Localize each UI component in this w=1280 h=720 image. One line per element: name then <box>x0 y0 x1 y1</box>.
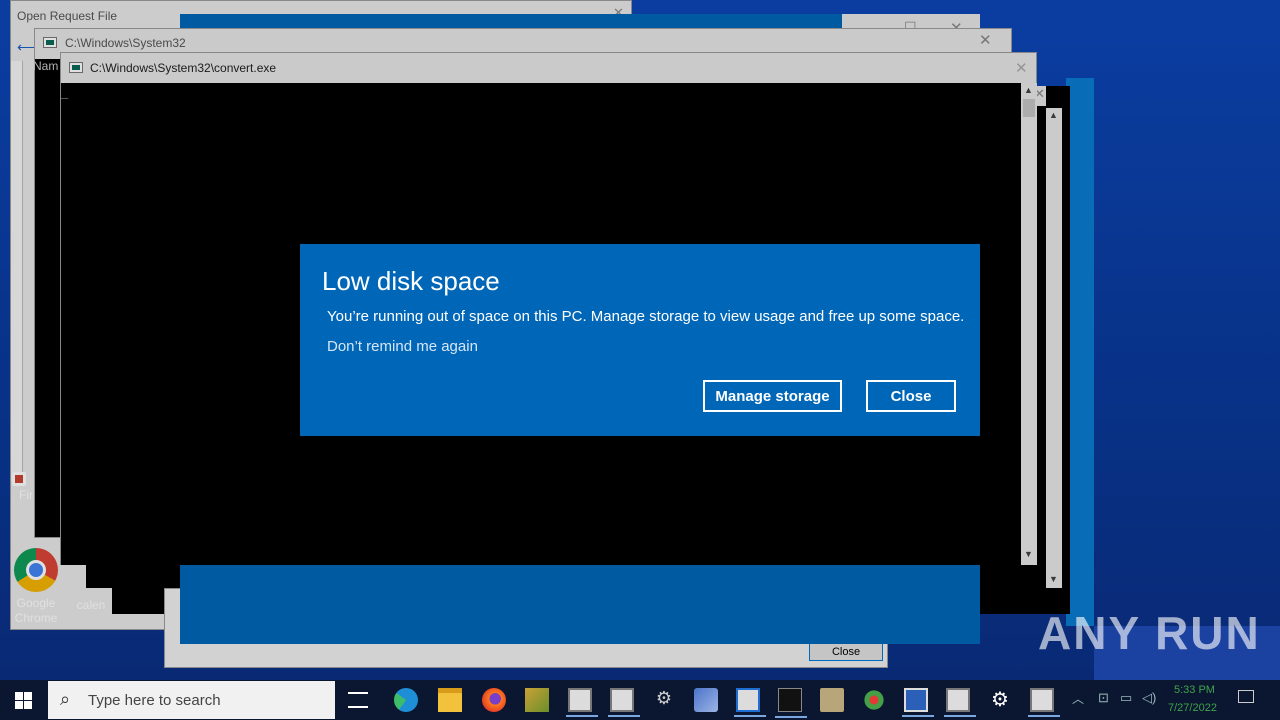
anyrun-watermark: ANY RUN <box>1038 607 1261 659</box>
tray-date[interactable]: 7/27/2022 <box>1168 702 1217 714</box>
taskbar-search-box[interactable]: ⌕ Type here to search <box>48 681 335 719</box>
firefox-icon[interactable] <box>482 688 506 712</box>
low-disk-space-dialog: Low disk space You’re running out of spa… <box>300 244 980 436</box>
search-placeholder: Type here to search <box>88 692 221 709</box>
setup-icon[interactable] <box>694 688 718 712</box>
console-window-icon-5[interactable] <box>1028 688 1060 717</box>
scanner-icon[interactable] <box>820 688 844 712</box>
tray-network-icon[interactable]: ⊡ <box>1098 690 1109 706</box>
task-view-icon[interactable] <box>348 692 368 708</box>
dialog-title: Low disk space <box>322 266 500 296</box>
action-center-icon[interactable] <box>1238 690 1254 703</box>
command-prompt-icon[interactable] <box>775 688 807 718</box>
console-window-icon-3[interactable] <box>734 688 766 717</box>
tray-display-icon[interactable]: ▭ <box>1120 690 1132 706</box>
close-button[interactable]: Close <box>866 380 956 412</box>
console-window-icon-2[interactable] <box>608 688 640 717</box>
tray-volume-icon[interactable]: ◁) <box>1142 690 1156 706</box>
search-icon: ⌕ <box>60 689 71 709</box>
app-icon[interactable] <box>525 688 549 712</box>
network-tool-icon[interactable] <box>862 688 886 712</box>
console-window-icon-4[interactable] <box>944 688 976 717</box>
start-button[interactable] <box>0 680 48 720</box>
dialog-message: You’re running out of space on this PC. … <box>327 308 965 325</box>
gears-icon[interactable]: ⚙ <box>652 688 676 712</box>
tray-time[interactable]: 5:33 PM <box>1174 684 1215 696</box>
windows-logo-icon <box>15 692 32 709</box>
manage-storage-button[interactable]: Manage storage <box>703 380 842 412</box>
tray-chevron-icon[interactable]: ︿ <box>1072 690 1084 707</box>
monitor-icon[interactable] <box>902 688 934 717</box>
dont-remind-link[interactable]: Don’t remind me again <box>327 338 478 355</box>
file-explorer-icon[interactable] <box>438 688 462 712</box>
edge-icon[interactable] <box>394 688 418 712</box>
console-window-icon[interactable] <box>566 688 598 717</box>
settings-gear-icon[interactable]: ⚙ <box>988 688 1012 712</box>
